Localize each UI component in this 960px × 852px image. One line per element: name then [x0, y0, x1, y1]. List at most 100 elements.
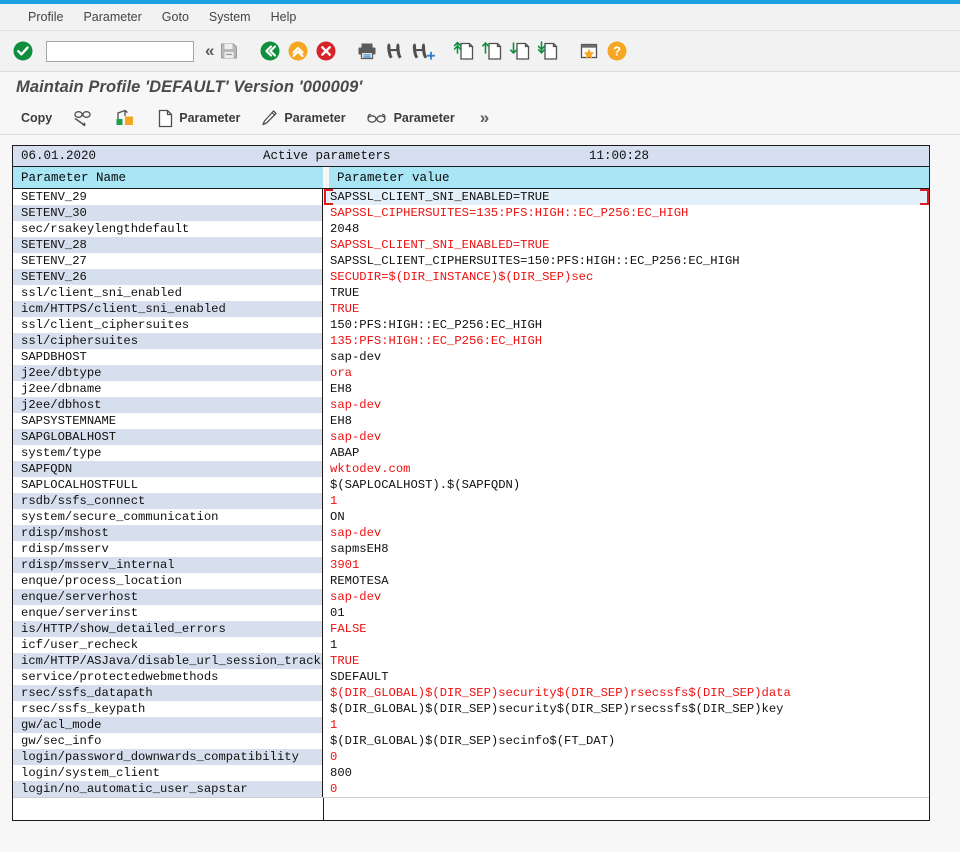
table-row[interactable]: system/typeABAP: [13, 445, 929, 461]
menu-item-parameter[interactable]: Parameter: [73, 8, 151, 26]
parameter-value-cell[interactable]: TRUE: [323, 301, 929, 317]
table-row[interactable]: j2ee/dbnameEH8: [13, 381, 929, 397]
switch-view-button[interactable]: [107, 106, 145, 131]
parameter-name-cell[interactable]: ssl/client_sni_enabled: [13, 285, 323, 301]
parameter-value-cell[interactable]: SAPSSL_CLIENT_SNI_ENABLED=TRUE: [323, 189, 929, 205]
table-row[interactable]: SETENV_30SAPSSL_CIPHERSUITES=135:PFS:HIG…: [13, 205, 929, 221]
parameter-name-cell[interactable]: rdisp/msserv: [13, 541, 323, 557]
last-page-button[interactable]: [535, 36, 561, 66]
parameter-value-cell[interactable]: FALSE: [323, 621, 929, 637]
parameter-value-cell[interactable]: 1: [323, 493, 929, 509]
menu-item-help[interactable]: Help: [261, 8, 307, 26]
enter-button[interactable]: [10, 36, 36, 66]
parameter-name-cell[interactable]: SAPGLOBALHOST: [13, 429, 323, 445]
menu-item-profile[interactable]: Profile: [18, 8, 73, 26]
help-button[interactable]: ?: [604, 36, 630, 66]
parameter-value-cell[interactable]: ABAP: [323, 445, 929, 461]
parameter-name-cell[interactable]: SETENV_28: [13, 237, 323, 253]
more-functions-button[interactable]: »: [468, 106, 498, 131]
table-row[interactable]: rsec/ssfs_keypath$(DIR_GLOBAL)$(DIR_SEP)…: [13, 701, 929, 717]
parameter-name-cell[interactable]: SETENV_26: [13, 269, 323, 285]
parameter-value-cell[interactable]: EH8: [323, 413, 929, 429]
menu-item-goto[interactable]: Goto: [152, 8, 199, 26]
table-row[interactable]: SAPDBHOSTsap-dev: [13, 349, 929, 365]
parameter-value-cell[interactable]: ON: [323, 509, 929, 525]
parameter-name-cell[interactable]: j2ee/dbtype: [13, 365, 323, 381]
parameter-value-cell[interactable]: sapmsEH8: [323, 541, 929, 557]
table-row[interactable]: ssl/client_ciphersuites150:PFS:HIGH::EC_…: [13, 317, 929, 333]
create-shortcut-button[interactable]: [576, 36, 602, 66]
parameter-name-cell[interactable]: is/HTTP/show_detailed_errors: [13, 621, 323, 637]
table-row[interactable]: enque/process_locationREMOTESA: [13, 573, 929, 589]
save-button[interactable]: [216, 36, 242, 66]
parameter-name-cell[interactable]: enque/process_location: [13, 573, 323, 589]
parameter-name-cell[interactable]: login/system_client: [13, 765, 323, 781]
parameter-name-cell[interactable]: j2ee/dbname: [13, 381, 323, 397]
parameter-value-cell[interactable]: 800: [323, 765, 929, 781]
parameter-name-cell[interactable]: sec/rsakeylengthdefault: [13, 221, 323, 237]
parameter-name-cell[interactable]: gw/acl_mode: [13, 717, 323, 733]
table-row[interactable]: enque/serverinst01: [13, 605, 929, 621]
parameter-name-cell[interactable]: rdisp/msserv_internal: [13, 557, 323, 573]
parameter-name-cell[interactable]: SAPFQDN: [13, 461, 323, 477]
parameter-name-cell[interactable]: SETENV_27: [13, 253, 323, 269]
parameter-name-cell[interactable]: ssl/client_ciphersuites: [13, 317, 323, 333]
previous-page-button[interactable]: [479, 36, 505, 66]
parameter-value-cell[interactable]: sap-dev: [323, 589, 929, 605]
parameter-value-cell[interactable]: SECUDIR=$(DIR_INSTANCE)$(DIR_SEP)sec: [323, 269, 929, 285]
parameter-name-cell[interactable]: system/type: [13, 445, 323, 461]
menu-item-system[interactable]: System: [199, 8, 261, 26]
table-row[interactable]: SAPLOCALHOSTFULL$(SAPLOCALHOST).$(SAPFQD…: [13, 477, 929, 493]
table-row[interactable]: rdisp/msserv_internal3901: [13, 557, 929, 573]
parameter-value-cell[interactable]: REMOTESA: [323, 573, 929, 589]
parameter-name-cell[interactable]: login/password_downwards_compatibility: [13, 749, 323, 765]
table-row[interactable]: j2ee/dbhostsap-dev: [13, 397, 929, 413]
column-header-parameter-value[interactable]: Parameter value: [329, 167, 929, 188]
table-row[interactable]: service/protectedwebmethodsSDEFAULT: [13, 669, 929, 685]
table-row[interactable]: gw/sec_info$(DIR_GLOBAL)$(DIR_SEP)secinf…: [13, 733, 929, 749]
find-button[interactable]: [382, 36, 408, 66]
first-page-button[interactable]: [451, 36, 477, 66]
parameter-name-cell[interactable]: SAPSYSTEMNAME: [13, 413, 323, 429]
parameter-name-cell[interactable]: SETENV_30: [13, 205, 323, 221]
change-parameter-button[interactable]: Parameter: [253, 106, 352, 131]
parameter-name-cell[interactable]: SETENV_29: [13, 189, 323, 205]
parameter-name-cell[interactable]: enque/serverinst: [13, 605, 323, 621]
exit-button[interactable]: [285, 36, 311, 66]
parameter-name-cell[interactable]: enque/serverhost: [13, 589, 323, 605]
parameter-name-cell[interactable]: ssl/ciphersuites: [13, 333, 323, 349]
parameter-value-cell[interactable]: 2048: [323, 221, 929, 237]
parameter-name-cell[interactable]: service/protectedwebmethods: [13, 669, 323, 685]
copy-button[interactable]: Copy: [14, 106, 59, 131]
parameter-value-cell[interactable]: 135:PFS:HIGH::EC_P256:EC_HIGH: [323, 333, 929, 349]
parameter-value-cell[interactable]: 3901: [323, 557, 929, 573]
parameter-value-cell[interactable]: sap-dev: [323, 429, 929, 445]
table-row[interactable]: enque/serverhostsap-dev: [13, 589, 929, 605]
parameter-value-cell[interactable]: 0: [323, 749, 929, 765]
parameter-name-cell[interactable]: login/no_automatic_user_sapstar: [13, 781, 323, 797]
table-row[interactable]: icm/HTTP/ASJava/disable_url_session_trac…: [13, 653, 929, 669]
table-row[interactable]: ssl/client_sni_enabledTRUE: [13, 285, 929, 301]
find-next-button[interactable]: [410, 36, 436, 66]
column-header-parameter-name[interactable]: Parameter Name: [13, 167, 323, 188]
table-row[interactable]: ssl/ciphersuites135:PFS:HIGH::EC_P256:EC…: [13, 333, 929, 349]
table-row[interactable]: rsdb/ssfs_connect1: [13, 493, 929, 509]
parameter-name-cell[interactable]: j2ee/dbhost: [13, 397, 323, 413]
parameter-name-cell[interactable]: SAPDBHOST: [13, 349, 323, 365]
parameter-value-cell[interactable]: 0: [323, 781, 929, 797]
parameter-name-cell[interactable]: rdisp/mshost: [13, 525, 323, 541]
parameter-name-cell[interactable]: gw/sec_info: [13, 733, 323, 749]
table-row[interactable]: login/password_downwards_compatibility0: [13, 749, 929, 765]
compare-button[interactable]: [65, 106, 101, 131]
parameter-name-cell[interactable]: rsec/ssfs_keypath: [13, 701, 323, 717]
parameter-name-cell[interactable]: system/secure_communication: [13, 509, 323, 525]
table-row[interactable]: rdisp/mshostsap-dev: [13, 525, 929, 541]
table-row[interactable]: SAPSYSTEMNAMEEH8: [13, 413, 929, 429]
table-row[interactable]: rdisp/msservsapmsEH8: [13, 541, 929, 557]
parameter-name-cell[interactable]: icf/user_recheck: [13, 637, 323, 653]
table-row[interactable]: SETENV_27SAPSSL_CLIENT_CIPHERSUITES=150:…: [13, 253, 929, 269]
table-row[interactable]: SAPFQDNwktodev.com: [13, 461, 929, 477]
table-row[interactable]: SETENV_29SAPSSL_CLIENT_SNI_ENABLED=TRUE: [13, 189, 929, 205]
parameter-name-cell[interactable]: icm/HTTPS/client_sni_enabled: [13, 301, 323, 317]
parameter-value-cell[interactable]: SAPSSL_CIPHERSUITES=135:PFS:HIGH::EC_P25…: [323, 205, 929, 221]
